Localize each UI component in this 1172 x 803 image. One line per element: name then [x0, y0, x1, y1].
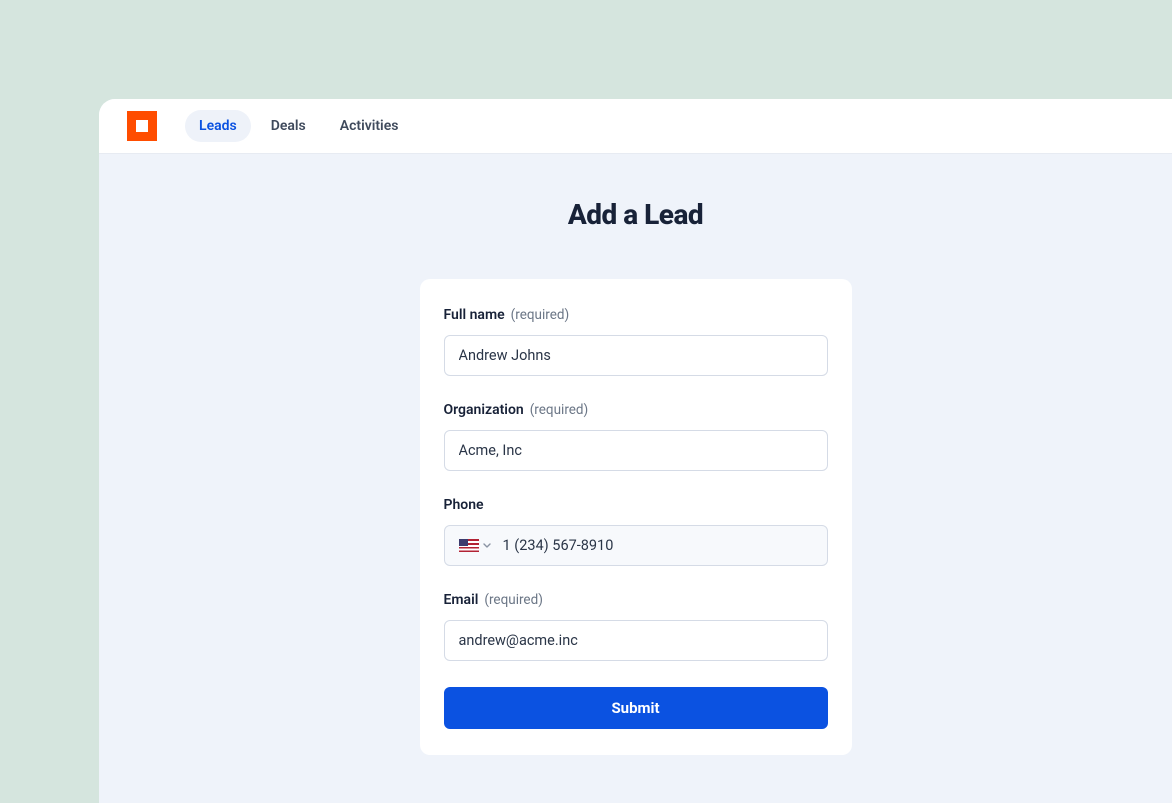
phone-label: Phone	[444, 497, 484, 513]
fullname-input[interactable]	[444, 335, 828, 376]
fullname-label: Full name	[444, 307, 505, 323]
fullname-required-hint: (required)	[511, 307, 570, 323]
tab-activities[interactable]: Activities	[326, 110, 413, 142]
lead-form-card: Full name (required) Organization (requi…	[420, 279, 852, 755]
organization-input[interactable]	[444, 430, 828, 471]
organization-label: Organization	[444, 402, 524, 418]
page-title: Add a Lead	[568, 198, 703, 231]
fullname-field: Full name (required)	[444, 307, 828, 376]
logo-icon	[127, 111, 157, 141]
tab-deals[interactable]: Deals	[257, 110, 320, 142]
email-input[interactable]	[444, 620, 828, 661]
nav-tabs: Leads Deals Activities	[185, 110, 412, 142]
page-content: Add a Lead Full name (required) Organiza…	[99, 154, 1172, 755]
email-label: Email	[444, 592, 479, 608]
phone-input-wrap	[444, 525, 828, 566]
organization-required-hint: (required)	[530, 402, 589, 418]
email-field: Email (required)	[444, 592, 828, 661]
app-window: Leads Deals Activities Add a Lead Full n…	[99, 99, 1172, 803]
tab-leads[interactable]: Leads	[185, 110, 251, 142]
phone-field: Phone	[444, 497, 828, 566]
organization-field: Organization (required)	[444, 402, 828, 471]
phone-input[interactable]	[503, 526, 827, 565]
chevron-down-icon[interactable]	[483, 543, 491, 548]
us-flag-icon[interactable]	[459, 539, 479, 552]
email-required-hint: (required)	[484, 592, 543, 608]
topbar: Leads Deals Activities	[99, 99, 1172, 154]
submit-button[interactable]: Submit	[444, 687, 828, 729]
